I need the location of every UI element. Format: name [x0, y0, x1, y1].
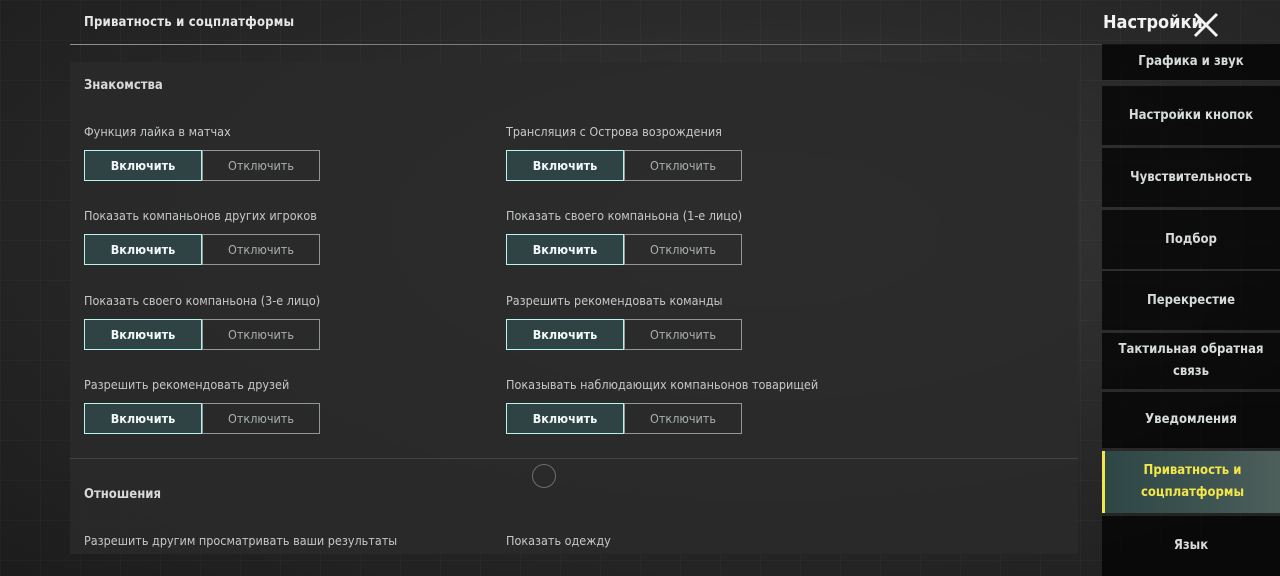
close-icon — [1193, 12, 1219, 38]
sidebar-item-graphics[interactable]: Графика и звук — [1102, 44, 1280, 80]
sidebar-item-language[interactable]: Язык — [1102, 516, 1280, 576]
setting-label: Показывать наблюдающих компаньонов товар… — [506, 377, 819, 392]
sidebar-item-pickup[interactable]: Подбор — [1102, 210, 1280, 269]
disable-button[interactable]: Отключить — [624, 404, 741, 433]
page-breadcrumb: Приватность и соцплатформы — [84, 15, 295, 30]
disable-button[interactable]: Отключить — [202, 404, 319, 433]
setting-label: Функция лайка в матчах — [84, 124, 231, 139]
disable-button[interactable]: Отключить — [624, 151, 741, 180]
enable-button[interactable]: Включить — [84, 234, 202, 265]
setting-label: Показать своего компаньона (3-е лицо) — [84, 293, 321, 308]
disable-button[interactable]: Отключить — [624, 235, 741, 264]
setting-label: Трансляция с Острова возрождения — [506, 124, 722, 139]
disable-button[interactable]: Отключить — [202, 320, 319, 349]
toggle-own-companion-fpp: Включить Отключить — [506, 234, 742, 265]
enable-button[interactable]: Включить — [84, 150, 202, 181]
enable-button[interactable]: Включить — [506, 234, 624, 265]
toggle-watching-companions: Включить Отключить — [506, 403, 742, 434]
sidebar-item-haptics[interactable]: Тактильная обратная связь — [1102, 333, 1280, 389]
section-divider — [70, 458, 1078, 459]
sidebar-item-sensitivity[interactable]: Чувствительность — [1102, 148, 1280, 207]
setting-label: Разрешить рекомендовать друзей — [84, 377, 290, 392]
enable-button[interactable]: Включить — [506, 403, 624, 434]
enable-button[interactable]: Включить — [506, 150, 624, 181]
toggle-recommend-teams: Включить Отключить — [506, 319, 742, 350]
enable-button[interactable]: Включить — [84, 319, 202, 350]
settings-title: Настройки — [1103, 12, 1203, 33]
sidebar-item-controls[interactable]: Настройки кнопок — [1102, 86, 1280, 145]
toggle-revival-broadcast: Включить Отключить — [506, 150, 742, 181]
section-title-relations: Отношения — [84, 487, 161, 502]
sidebar-item-privacy[interactable]: Приватность и соцплатформы — [1102, 451, 1280, 513]
disable-button[interactable]: Отключить — [624, 320, 741, 349]
enable-button[interactable]: Включить — [506, 319, 624, 350]
scroll-indicator — [532, 464, 556, 488]
setting-label: Показать своего компаньона (1-е лицо) — [506, 208, 743, 223]
header-divider — [70, 44, 1270, 45]
settings-panel[interactable]: Знакомства Функция лайка в матчах Включи… — [70, 62, 1078, 554]
setting-label: Разрешить другим просматривать ваши резу… — [84, 533, 398, 548]
enable-button[interactable]: Включить — [84, 403, 202, 434]
setting-label: Показать компаньонов других игроков — [84, 208, 317, 223]
sidebar-item-crosshair[interactable]: Перекрестие — [1102, 271, 1280, 330]
section-title-dating: Знакомства — [84, 78, 163, 93]
disable-button[interactable]: Отключить — [202, 151, 319, 180]
toggle-like-function: Включить Отключить — [84, 150, 320, 181]
close-button[interactable] — [1192, 11, 1220, 39]
setting-label: Разрешить рекомендовать команды — [506, 293, 723, 308]
toggle-own-companion-tpp: Включить Отключить — [84, 319, 320, 350]
setting-label: Показать одежду — [506, 533, 611, 548]
settings-sidebar: Графика и звук Настройки кнопок Чувствит… — [1102, 44, 1280, 576]
sidebar-item-notifications[interactable]: Уведомления — [1102, 392, 1280, 448]
toggle-other-companions: Включить Отключить — [84, 234, 320, 265]
toggle-recommend-friends: Включить Отключить — [84, 403, 320, 434]
disable-button[interactable]: Отключить — [202, 235, 319, 264]
